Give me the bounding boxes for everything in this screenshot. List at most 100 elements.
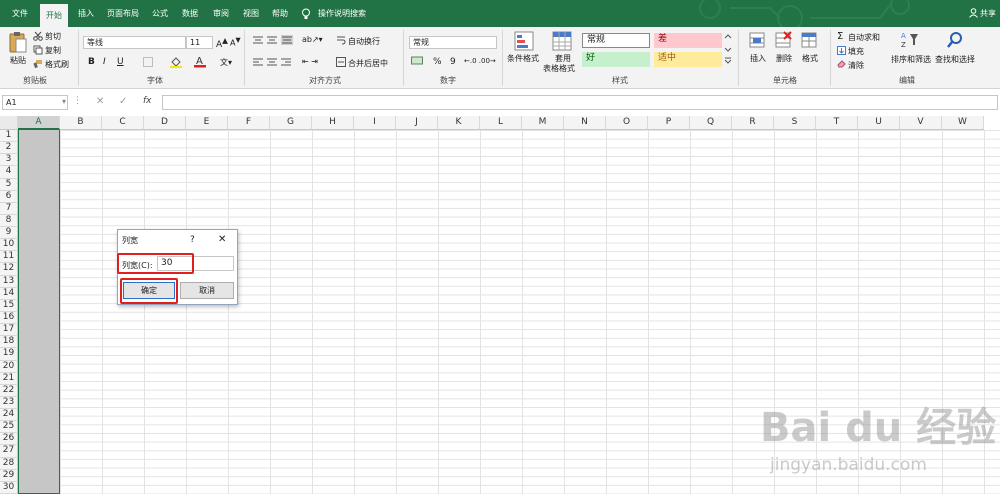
- column-header[interactable]: U: [858, 116, 900, 130]
- row-header[interactable]: 9: [0, 227, 18, 240]
- cancel-entry-icon[interactable]: ✕: [96, 96, 104, 107]
- row-header[interactable]: 5: [0, 178, 18, 191]
- tab-file[interactable]: 文件: [6, 0, 34, 27]
- row-header[interactable]: 4: [0, 166, 18, 179]
- row-header[interactable]: 12: [0, 263, 18, 276]
- paste-button[interactable]: 粘贴: [10, 55, 26, 66]
- tab-data[interactable]: 数据: [176, 0, 204, 27]
- styles-scroll-icon[interactable]: [724, 33, 732, 69]
- format-table-button-line2[interactable]: 表格格式: [543, 63, 575, 74]
- comma-button[interactable]: 9: [450, 57, 456, 67]
- column-header[interactable]: Q: [690, 116, 732, 130]
- row-header[interactable]: 17: [0, 324, 18, 337]
- style-good[interactable]: 好: [582, 52, 650, 67]
- row-header[interactable]: 22: [0, 384, 18, 397]
- name-box[interactable]: A1: [2, 95, 68, 110]
- column-header[interactable]: N: [564, 116, 606, 130]
- column-header[interactable]: D: [144, 116, 186, 130]
- column-header[interactable]: G: [270, 116, 312, 130]
- copy-button[interactable]: 复制: [45, 45, 61, 56]
- tab-page-layout[interactable]: 页面布局: [103, 0, 143, 27]
- font-size-select[interactable]: 11: [186, 36, 213, 49]
- style-neutral[interactable]: 适中: [654, 52, 722, 67]
- tab-view[interactable]: 视图: [237, 0, 265, 27]
- tab-review[interactable]: 审阅: [207, 0, 235, 27]
- row-header[interactable]: 10: [0, 239, 18, 252]
- grow-font-icon[interactable]: A▲: [216, 36, 228, 50]
- decimal-icon[interactable]: ←.0 .00→: [464, 57, 496, 65]
- column-header[interactable]: J: [396, 116, 438, 130]
- row-header[interactable]: 8: [0, 214, 18, 228]
- tab-formulas[interactable]: 公式: [146, 0, 174, 27]
- close-button[interactable]: ✕: [218, 234, 226, 245]
- row-header[interactable]: 7: [0, 202, 18, 215]
- row-header[interactable]: 6: [0, 190, 18, 203]
- delete-cells-button[interactable]: 删除: [776, 53, 792, 64]
- style-bad[interactable]: 差: [654, 33, 722, 48]
- style-normal[interactable]: 常规: [582, 33, 650, 48]
- column-header[interactable]: K: [438, 116, 480, 130]
- column-header[interactable]: T: [816, 116, 858, 130]
- row-header[interactable]: 19: [0, 348, 18, 361]
- column-header[interactable]: V: [900, 116, 942, 130]
- row-header[interactable]: 3: [0, 154, 18, 167]
- column-header[interactable]: H: [312, 116, 354, 130]
- align-top-icon[interactable]: [252, 35, 294, 47]
- font-color-icon[interactable]: A: [194, 55, 206, 70]
- fill-button[interactable]: 填充: [848, 46, 864, 57]
- borders-icon[interactable]: [143, 57, 153, 69]
- currency-icon[interactable]: [411, 56, 425, 68]
- column-header[interactable]: O: [606, 116, 648, 130]
- font-name-select[interactable]: 等线: [83, 36, 186, 49]
- column-header[interactable]: B: [60, 116, 102, 130]
- tell-me-search[interactable]: 操作说明搜索: [314, 0, 370, 27]
- row-header[interactable]: 26: [0, 433, 18, 446]
- indent-icon[interactable]: ⇤ ⇥: [302, 57, 318, 66]
- insert-function-button[interactable]: fx: [143, 96, 152, 106]
- conditional-format-button[interactable]: 条件格式: [507, 53, 539, 64]
- column-header[interactable]: C: [102, 116, 144, 130]
- orientation-icon[interactable]: ab↗▾: [302, 35, 323, 44]
- name-box-dropdown-icon[interactable]: ▾: [62, 97, 66, 106]
- row-header[interactable]: 2: [0, 142, 18, 155]
- format-painter-button[interactable]: 格式刷: [45, 59, 69, 70]
- percent-button[interactable]: %: [433, 57, 442, 67]
- row-header[interactable]: 28: [0, 457, 18, 470]
- insert-cells-button[interactable]: 插入: [750, 53, 766, 64]
- column-header[interactable]: F: [228, 116, 270, 130]
- column-header[interactable]: L: [480, 116, 522, 130]
- row-header[interactable]: 16: [0, 312, 18, 325]
- italic-button[interactable]: I: [103, 57, 106, 67]
- column-header[interactable]: A: [18, 116, 60, 130]
- cancel-button[interactable]: 取消: [180, 282, 234, 299]
- column-header[interactable]: R: [732, 116, 774, 130]
- sort-filter-button[interactable]: 排序和筛选: [891, 54, 931, 65]
- row-header[interactable]: 25: [0, 421, 18, 434]
- shrink-font-icon[interactable]: A▼: [230, 36, 241, 48]
- tab-help[interactable]: 帮助: [266, 0, 294, 27]
- row-header[interactable]: 20: [0, 360, 18, 373]
- number-format-select[interactable]: 常规: [409, 36, 497, 49]
- row-header[interactable]: 21: [0, 372, 18, 385]
- row-header[interactable]: 13: [0, 275, 18, 288]
- bold-button[interactable]: B: [88, 57, 95, 67]
- confirm-entry-icon[interactable]: ✓: [119, 96, 127, 107]
- help-button[interactable]: ?: [190, 235, 195, 245]
- underline-button[interactable]: U: [117, 57, 124, 67]
- column-header[interactable]: W: [942, 116, 984, 130]
- row-header[interactable]: 27: [0, 445, 18, 458]
- tab-insert[interactable]: 插入: [72, 0, 100, 27]
- row-header[interactable]: 1: [0, 130, 18, 143]
- phonetic-icon[interactable]: 文▾: [220, 57, 232, 68]
- column-header[interactable]: E: [186, 116, 228, 130]
- cut-button[interactable]: 剪切: [45, 31, 61, 42]
- tab-home[interactable]: 开始: [40, 4, 68, 27]
- column-header[interactable]: I: [354, 116, 396, 130]
- fill-color-icon[interactable]: [170, 56, 182, 70]
- column-header[interactable]: M: [522, 116, 564, 130]
- row-header[interactable]: 29: [0, 469, 18, 482]
- row-header[interactable]: 14: [0, 287, 18, 300]
- column-header[interactable]: P: [648, 116, 690, 130]
- row-header[interactable]: 30: [0, 481, 18, 494]
- row-header[interactable]: 11: [0, 251, 18, 264]
